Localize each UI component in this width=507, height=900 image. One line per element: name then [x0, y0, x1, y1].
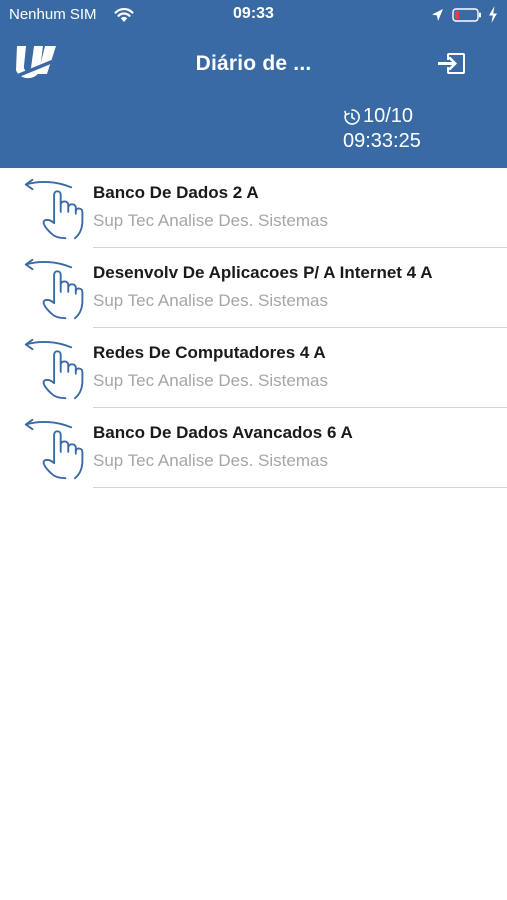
swipe-hand-icon	[24, 258, 84, 320]
charging-bolt-icon	[489, 6, 497, 23]
class-course: Sup Tec Analise Des. Sistemas	[93, 371, 328, 390]
swipe-hand-icon	[24, 338, 84, 400]
page-title: Diário de ...	[195, 52, 312, 75]
status-bar: Nenhum SIM 09:33	[0, 0, 507, 30]
session-date: 10/10	[363, 105, 414, 127]
class-list-item[interactable]: Banco De Dados 2 A Sup Tec Analise Des. …	[0, 168, 507, 248]
swipe-hand-icon	[24, 178, 84, 240]
class-title: Redes De Computadores 4 A	[93, 343, 326, 362]
class-course: Sup Tec Analise Des. Sistemas	[93, 451, 328, 470]
class-title: Banco De Dados 2 A	[93, 183, 259, 202]
class-list-item[interactable]: Desenvolv De Aplicacoes P/ A Internet 4 …	[0, 248, 507, 328]
class-list-item[interactable]: Redes De Computadores 4 A Sup Tec Analis…	[0, 328, 507, 408]
logout-icon[interactable]	[436, 51, 467, 76]
class-list: Banco De Dados 2 A Sup Tec Analise Des. …	[0, 168, 507, 488]
session-time: 09:33:25	[343, 130, 421, 152]
class-title: Banco De Dados Avancados 6 A	[93, 423, 353, 442]
swipe-hand-icon	[24, 418, 84, 480]
class-course: Sup Tec Analise Des. Sistemas	[93, 211, 328, 230]
class-course: Sup Tec Analise Des. Sistemas	[93, 291, 328, 310]
logo-icon[interactable]	[12, 42, 58, 82]
class-title: Desenvolv De Aplicacoes P/ A Internet 4 …	[93, 263, 433, 282]
session-timestamp: 10/10 09:33:25	[343, 104, 421, 154]
app-header: Nenhum SIM 09:33 Diário de ... 10/10 09:…	[0, 0, 507, 168]
class-list-item[interactable]: Banco De Dados Avancados 6 A Sup Tec Ana…	[0, 408, 507, 488]
divider	[93, 487, 507, 488]
battery-icon	[452, 8, 481, 22]
location-arrow-icon	[432, 9, 443, 21]
timer-icon	[344, 108, 360, 125]
